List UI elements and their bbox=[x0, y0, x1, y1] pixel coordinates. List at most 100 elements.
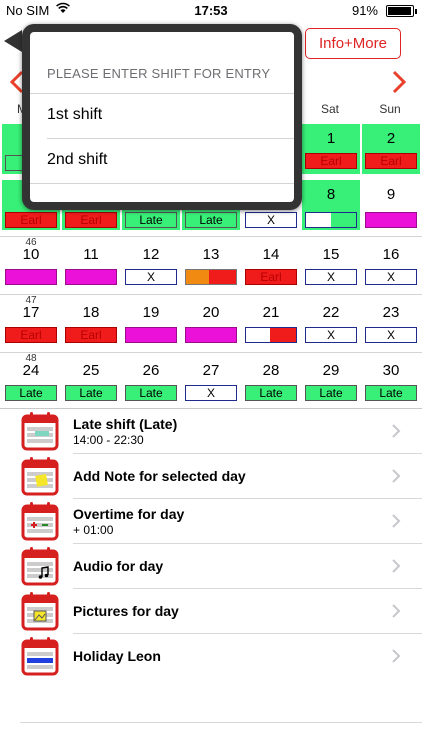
calendar-day[interactable]: 16 X bbox=[362, 240, 420, 290]
shift-bar: Late bbox=[65, 385, 117, 401]
battery-percent: 91% bbox=[351, 3, 378, 18]
action-holiday[interactable]: Holiday Leon bbox=[0, 634, 422, 679]
calendar-day[interactable]: 26 Late bbox=[122, 356, 180, 406]
day-number: 25 bbox=[82, 362, 100, 379]
calendar-day[interactable]: 28 Late bbox=[242, 356, 300, 406]
day-number: 9 bbox=[386, 186, 396, 203]
shift-bar: Earl bbox=[5, 327, 57, 343]
row-divider bbox=[0, 236, 422, 237]
action-audio[interactable]: Audio for day bbox=[0, 544, 422, 589]
action-add-note[interactable]: Add Note for selected day bbox=[0, 454, 422, 499]
day-number: 29 bbox=[322, 362, 340, 379]
action-subtitle: + 01:00 bbox=[73, 523, 114, 537]
shift-bar: Earl bbox=[65, 327, 117, 343]
calendar-day[interactable]: 23 X bbox=[362, 298, 420, 348]
shift-option-label: 1st shift bbox=[47, 106, 103, 123]
weekday-sunday: Sun bbox=[379, 102, 401, 116]
calendar-day[interactable]: 14 Earl bbox=[242, 240, 300, 290]
calendar-day[interactable]: 46 10 bbox=[2, 237, 60, 290]
battery-icon bbox=[386, 5, 417, 17]
action-pictures[interactable]: Pictures for day bbox=[0, 589, 422, 634]
day-number: 30 bbox=[382, 362, 400, 379]
calendar-day[interactable]: 18 Earl bbox=[62, 298, 120, 348]
day-number: 19 bbox=[142, 304, 160, 321]
action-title: Holiday Leon bbox=[73, 648, 161, 664]
day-number: 1 bbox=[326, 130, 336, 147]
calendar-day[interactable]: 15 X bbox=[302, 240, 360, 290]
calendar-day[interactable]: 25 Late bbox=[62, 356, 120, 406]
calendar-day[interactable]: 1 Earl bbox=[302, 124, 360, 174]
chevron-right-icon bbox=[392, 514, 401, 528]
weekday-saturday: Sat bbox=[320, 102, 339, 116]
shift-bar: Late bbox=[125, 385, 177, 401]
shift-bar bbox=[65, 269, 117, 285]
calendar-day[interactable]: 47 17 Earl bbox=[2, 295, 60, 348]
info-more-button[interactable]: Info+More bbox=[305, 28, 401, 59]
app-screen: No SIM 17:53 91% Info+More M Sat Sun 1 E… bbox=[0, 0, 422, 750]
day-number: 15 bbox=[322, 246, 340, 263]
shift-bar bbox=[185, 269, 237, 285]
shift-option-second[interactable]: 2nd shift bbox=[30, 139, 294, 183]
chevron-right-icon bbox=[392, 424, 401, 438]
chevron-right-icon bbox=[392, 559, 401, 573]
action-title: Late shift (Late) bbox=[73, 416, 178, 432]
calendar-day[interactable]: 27 X bbox=[182, 356, 240, 406]
day-number: 21 bbox=[262, 304, 280, 321]
list-separator bbox=[20, 722, 422, 723]
calendar-day[interactable]: 19 bbox=[122, 298, 180, 348]
shift-option-label: 2nd shift bbox=[47, 151, 108, 168]
day-number: 8 bbox=[326, 186, 336, 203]
action-title: Pictures for day bbox=[73, 603, 179, 619]
calendar-day[interactable]: 20 bbox=[182, 298, 240, 348]
calendar-day[interactable]: 2 Earl bbox=[362, 124, 420, 174]
shift-bar: Late bbox=[125, 212, 177, 228]
calendar-pictures-icon bbox=[21, 592, 59, 631]
calendar-day[interactable]: 30 Late bbox=[362, 356, 420, 406]
row-divider bbox=[0, 352, 422, 353]
calendar-day[interactable]: 48 24 Late bbox=[2, 353, 60, 406]
calendar-day[interactable]: 11 bbox=[62, 240, 120, 290]
day-number: 22 bbox=[322, 304, 340, 321]
action-overtime[interactable]: Overtime for day + 01:00 bbox=[0, 499, 422, 544]
popover-arrow bbox=[4, 30, 22, 52]
shift-bar: Earl bbox=[305, 153, 357, 169]
shift-bar: X bbox=[125, 269, 177, 285]
shift-bar: X bbox=[365, 269, 417, 285]
shift-bar: Earl bbox=[5, 212, 57, 228]
shift-option-first[interactable]: 1st shift bbox=[30, 94, 294, 138]
day-number: 2 bbox=[386, 130, 396, 147]
row-divider bbox=[0, 294, 422, 295]
day-number: 26 bbox=[142, 362, 160, 379]
next-month-icon[interactable] bbox=[390, 70, 408, 94]
status-bar: No SIM 17:53 91% bbox=[0, 0, 422, 22]
shift-bar bbox=[125, 327, 177, 343]
day-number: 20 bbox=[202, 304, 220, 321]
calendar-day[interactable]: 12 X bbox=[122, 240, 180, 290]
calendar-holiday-icon bbox=[21, 637, 59, 676]
calendar-day[interactable]: 22 X bbox=[302, 298, 360, 348]
day-number: 12 bbox=[142, 246, 160, 263]
calendar-day[interactable]: 8 bbox=[302, 180, 360, 230]
shift-bar: Earl bbox=[65, 212, 117, 228]
day-number: 10 bbox=[22, 246, 40, 263]
shift-bar: Earl bbox=[245, 269, 297, 285]
shift-bar: X bbox=[305, 327, 357, 343]
shift-bar: X bbox=[245, 212, 297, 228]
shift-bar: X bbox=[185, 385, 237, 401]
day-number: 23 bbox=[382, 304, 400, 321]
day-number: 24 bbox=[22, 362, 40, 379]
chevron-right-icon bbox=[392, 649, 401, 663]
day-number: 27 bbox=[202, 362, 220, 379]
calendar-day[interactable]: 13 bbox=[182, 240, 240, 290]
calendar-audio-icon bbox=[21, 547, 59, 586]
calendar-day[interactable]: 21 bbox=[242, 298, 300, 348]
action-late-shift[interactable]: Late shift (Late) 14:00 - 22:30 bbox=[0, 409, 422, 454]
shift-popover-content: PLEASE ENTER SHIFT FOR ENTRY 1st shift 2… bbox=[30, 32, 294, 202]
calendar-note-icon bbox=[21, 457, 59, 496]
calendar-day[interactable]: 9 bbox=[362, 180, 420, 230]
shift-bar: Earl bbox=[365, 153, 417, 169]
calendar-day[interactable]: 29 Late bbox=[302, 356, 360, 406]
day-number: 16 bbox=[382, 246, 400, 263]
shift-bar bbox=[5, 269, 57, 285]
chevron-right-icon bbox=[392, 469, 401, 483]
